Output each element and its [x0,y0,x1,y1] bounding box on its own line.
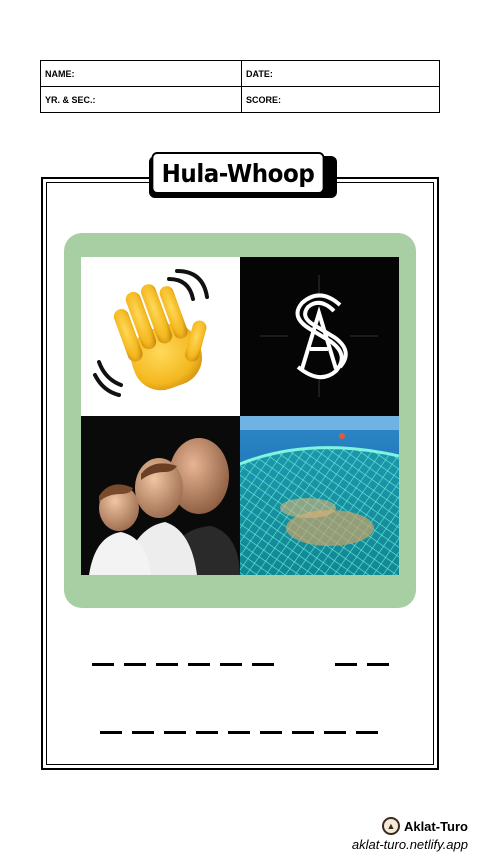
letter-blank[interactable] [260,731,282,734]
letter-blank[interactable] [220,663,242,666]
info-table: NAME: DATE: YR. & SEC.: SCORE: [40,60,440,113]
site-link[interactable]: aklat-turo.netlify.app [352,837,468,852]
letter-blank[interactable] [252,663,274,666]
answer-blanks-word1[interactable] [92,663,284,666]
letter-blank[interactable] [324,731,346,734]
brand-name: Aklat-Turo [403,818,468,834]
puzzle-title: Hula-Whoop [151,152,325,194]
letter-blank[interactable] [92,663,114,666]
footer: ▲ Aklat-Turo aklat-turo.netlify.app [352,817,468,852]
fishing-net-photo [240,416,399,575]
monogram-logo-icon [240,257,399,416]
letter-blank[interactable] [335,663,357,666]
book-logo-icon: ▲ [381,817,400,835]
answer-blanks-word2[interactable] [335,663,399,666]
generations-photo [81,416,240,575]
section-field[interactable]: YR. & SEC.: [41,86,242,112]
letter-blank[interactable] [196,731,218,734]
score-field[interactable]: SCORE: [242,87,439,113]
date-field[interactable]: DATE: [242,61,439,87]
letter-blank[interactable] [188,663,210,666]
letter-blank[interactable] [292,731,314,734]
letter-blank[interactable] [156,663,178,666]
waving-hand-icon [81,257,240,416]
image-grid [81,257,399,575]
letter-blank[interactable] [356,731,378,734]
name-field[interactable]: NAME: [41,61,242,87]
letter-blank[interactable] [367,663,389,666]
letter-blank[interactable] [100,731,122,734]
letter-blank[interactable] [164,731,186,734]
letter-blank[interactable] [228,731,250,734]
letter-blank[interactable] [132,731,154,734]
letter-blank[interactable] [124,663,146,666]
answer-blanks-word3[interactable] [100,731,388,734]
